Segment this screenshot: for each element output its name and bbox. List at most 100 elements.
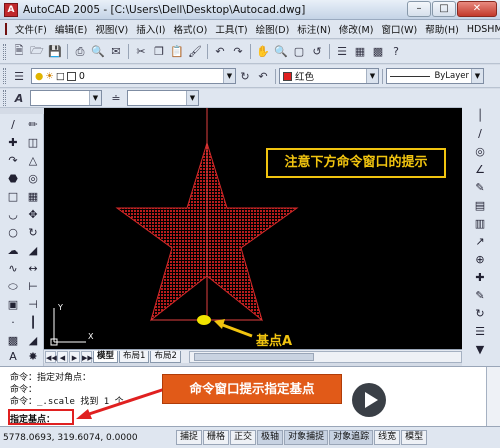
- linetype-dropdown[interactable]: ByLayer ▼: [386, 68, 484, 84]
- center-mark-icon[interactable]: ✚: [471, 270, 489, 286]
- tolerance-icon[interactable]: ⊕: [471, 252, 489, 268]
- zoom-realtime-icon[interactable]: 🔍: [273, 44, 289, 60]
- layer-dropdown[interactable]: ● ☀ □ 0 ▼: [31, 68, 236, 84]
- ellipse-icon[interactable]: ⬭: [4, 278, 22, 296]
- print-preview-icon[interactable]: 🔍: [90, 44, 106, 60]
- toolbar-grip[interactable]: [3, 90, 6, 106]
- menu-view[interactable]: 视图(V): [91, 22, 132, 36]
- insert-block-icon[interactable]: ▣: [4, 296, 22, 314]
- base-point-marker[interactable]: [197, 315, 211, 325]
- tab-layout1[interactable]: 布局1: [119, 351, 150, 363]
- object-snap-toggle[interactable]: 对象捕捉: [284, 430, 329, 445]
- model-toggle[interactable]: 模型: [401, 430, 428, 445]
- copy-icon[interactable]: ❐: [151, 44, 167, 60]
- move-icon[interactable]: ✥: [24, 206, 42, 224]
- match-properties-icon[interactable]: 🖌: [187, 44, 203, 60]
- dimension-angular-icon[interactable]: ∠: [471, 162, 489, 178]
- toolbar-grip[interactable]: [3, 68, 6, 84]
- undo-icon[interactable]: ↶: [212, 44, 228, 60]
- scale-icon[interactable]: ◢: [24, 242, 42, 260]
- circle-icon[interactable]: ○: [4, 224, 22, 242]
- drawing-canvas[interactable]: X Y 注意下方命令窗口的提示 基点A: [44, 108, 462, 349]
- extend-icon[interactable]: ⊣: [24, 296, 42, 314]
- line-icon[interactable]: ∕: [4, 116, 22, 134]
- layer-previous-icon[interactable]: ↶: [255, 68, 271, 84]
- menu-format[interactable]: 格式(O): [169, 22, 211, 36]
- explode-icon[interactable]: ✸: [24, 348, 42, 366]
- tool-palettes-icon[interactable]: ▩: [370, 44, 386, 60]
- spline-icon[interactable]: ∿: [4, 260, 22, 278]
- dimension-style-icon[interactable]: ≐: [108, 90, 124, 106]
- lineweight-toggle[interactable]: 线宽: [374, 430, 401, 445]
- ortho-toggle[interactable]: 正交: [230, 430, 257, 445]
- maximize-button[interactable]: □: [432, 1, 456, 17]
- scroll-down-icon[interactable]: ▼: [471, 342, 489, 358]
- paste-icon[interactable]: 📋: [169, 44, 185, 60]
- rectangle-icon[interactable]: □: [4, 188, 22, 206]
- help-icon[interactable]: ?: [388, 44, 404, 60]
- menu-file[interactable]: 文件(F): [11, 22, 51, 36]
- grid-toggle[interactable]: 栅格: [203, 430, 230, 445]
- copy-object-icon[interactable]: ◫: [24, 134, 42, 152]
- polar-toggle[interactable]: 极轴: [257, 430, 284, 445]
- dimension-style-dropdown[interactable]: ▼: [127, 90, 199, 106]
- multiline-text-icon[interactable]: A: [4, 348, 22, 366]
- menu-hdshm[interactable]: HDSHM: [463, 24, 500, 35]
- dimension-aligned-icon[interactable]: ∕: [471, 126, 489, 142]
- menu-insert[interactable]: 插入(I): [132, 22, 169, 36]
- design-center-icon[interactable]: ▦: [352, 44, 368, 60]
- offset-icon[interactable]: ◎: [24, 170, 42, 188]
- prev-tab-icon[interactable]: ◀: [57, 351, 68, 363]
- color-dropdown[interactable]: 红色 ▼: [279, 68, 379, 84]
- menu-draw[interactable]: 绘图(D): [252, 22, 294, 36]
- rotate-icon[interactable]: ↻: [24, 224, 42, 242]
- continue-dimension-icon[interactable]: ▥: [471, 216, 489, 232]
- menu-edit[interactable]: 编辑(E): [51, 22, 91, 36]
- make-current-layer-icon[interactable]: ↻: [237, 68, 253, 84]
- break-icon[interactable]: ┃: [24, 314, 42, 332]
- scrollbar-thumb[interactable]: [193, 353, 314, 361]
- revision-cloud-icon[interactable]: ☁: [4, 242, 22, 260]
- horizontal-scrollbar[interactable]: [188, 351, 462, 363]
- dimension-style-icon[interactable]: ☰: [471, 324, 489, 340]
- redo-icon[interactable]: ↷: [230, 44, 246, 60]
- menu-tools[interactable]: 工具(T): [211, 22, 251, 36]
- polyline-icon[interactable]: ↷: [4, 152, 22, 170]
- tab-model[interactable]: 模型: [93, 351, 119, 363]
- trim-icon[interactable]: ⊢: [24, 278, 42, 296]
- object-track-toggle[interactable]: 对象追踪: [329, 430, 374, 445]
- baseline-icon[interactable]: ▤: [471, 198, 489, 214]
- zoom-window-icon[interactable]: ▢: [291, 44, 307, 60]
- document-icon[interactable]: [5, 23, 7, 35]
- layer-manager-icon[interactable]: ☰: [11, 68, 27, 84]
- new-file-icon[interactable]: 🗎: [11, 44, 27, 60]
- open-file-icon[interactable]: 🗁: [29, 44, 45, 60]
- polygon-icon[interactable]: ⬣: [4, 170, 22, 188]
- point-icon[interactable]: ·: [4, 314, 22, 332]
- array-icon[interactable]: ▦: [24, 188, 42, 206]
- menu-window[interactable]: 窗口(W): [377, 22, 421, 36]
- stretch-icon[interactable]: ↔: [24, 260, 42, 278]
- leader-icon[interactable]: ↗: [471, 234, 489, 250]
- minimize-button[interactable]: –: [407, 1, 431, 17]
- close-button[interactable]: ✕: [457, 1, 497, 17]
- arc-icon[interactable]: ◡: [4, 206, 22, 224]
- quick-dimension-icon[interactable]: ✎: [471, 180, 489, 196]
- print-icon[interactable]: ⎙: [72, 44, 88, 60]
- menu-help[interactable]: 帮助(H): [421, 22, 463, 36]
- next-tab-icon[interactable]: ▶: [69, 351, 80, 363]
- save-icon[interactable]: 💾: [47, 44, 63, 60]
- snap-toggle[interactable]: 捕捉: [176, 430, 203, 445]
- menu-modify[interactable]: 修改(M): [335, 22, 378, 36]
- dimension-update-icon[interactable]: ↻: [471, 306, 489, 322]
- mirror-icon[interactable]: △: [24, 152, 42, 170]
- tab-layout2[interactable]: 布局2: [150, 351, 181, 363]
- cut-icon[interactable]: ✂: [133, 44, 149, 60]
- publish-icon[interactable]: ✉: [108, 44, 124, 60]
- pan-icon[interactable]: ✋: [255, 44, 271, 60]
- dimension-radius-icon[interactable]: ◎: [471, 144, 489, 160]
- zoom-previous-icon[interactable]: ↺: [309, 44, 325, 60]
- properties-icon[interactable]: ☰: [334, 44, 350, 60]
- first-tab-icon[interactable]: ◀◀: [45, 351, 57, 363]
- construction-line-icon[interactable]: ✚: [4, 134, 22, 152]
